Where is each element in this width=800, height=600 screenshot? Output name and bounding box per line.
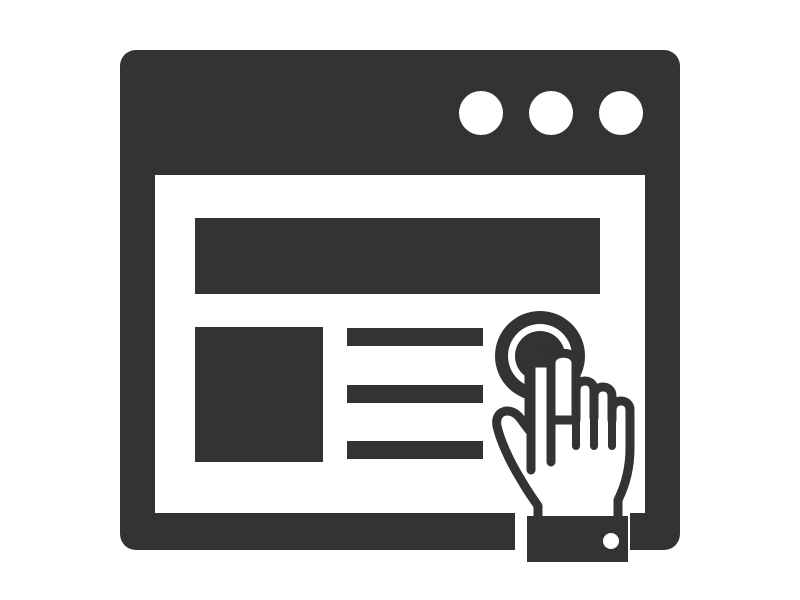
text-line-icon (347, 441, 483, 459)
text-line-icon (347, 328, 483, 346)
window-controls (459, 91, 643, 135)
window-control-dot-icon (529, 91, 573, 135)
text-line-icon (347, 385, 483, 403)
icon-canvas (0, 0, 800, 600)
window-control-dot-icon (459, 91, 503, 135)
window-control-dot-icon (599, 91, 643, 135)
cuff-button-icon (603, 533, 619, 549)
image-placeholder-icon (195, 327, 323, 462)
page-header-bar-icon (195, 218, 600, 294)
web-page-touch-icon (120, 50, 680, 562)
sleeve-cuff-icon (527, 516, 628, 562)
